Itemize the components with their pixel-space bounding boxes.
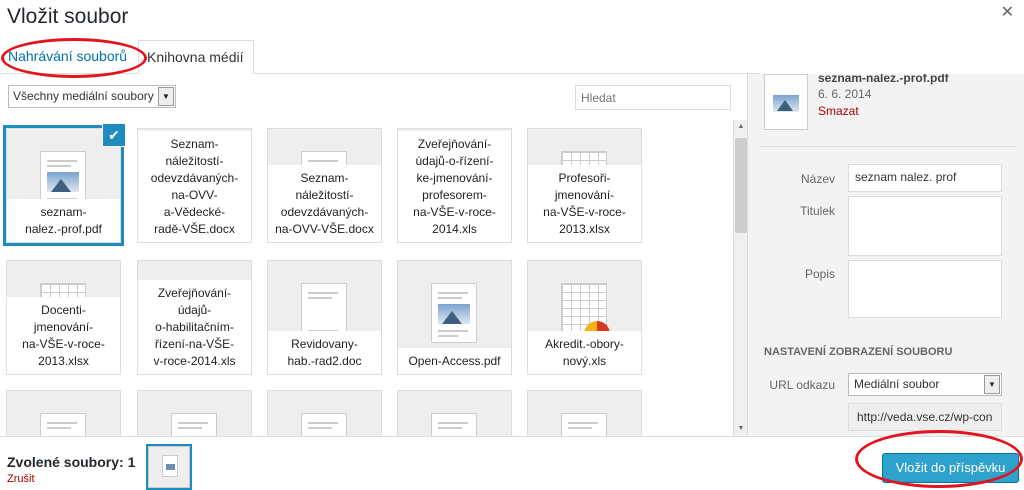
insert-into-post-button[interactable]: Vložit do příspěvku [882,453,1019,483]
attachment-tile[interactable]: Docenti- jmenování- na-VŠE-v-roce- 2013.… [6,260,121,375]
grid-scrollbar[interactable]: ▲ ▼ [733,120,747,436]
media-type-filter[interactable]: Všechny mediální soubory ▼ [8,85,176,108]
scroll-down-icon[interactable]: ▼ [734,422,748,436]
close-icon[interactable]: ✕ [1001,2,1014,22]
chevron-down-icon[interactable]: ▼ [158,87,174,106]
attachment-filename: Open-Access.pdf [398,348,511,374]
description-label: Popis [804,267,835,281]
modal-title: Vložit soubor [7,5,129,28]
attachment-tile[interactable]: Open-Access.pdf [397,260,512,375]
selection-count: Zvolené soubory: 1 [7,454,136,470]
attachment-tile[interactable]: Revidovany- hab.-rad2.doc [267,260,382,375]
selection-thumbnail[interactable] [148,446,190,488]
attachment-tile[interactable]: seznam- nalez.-prof.pdf ✔ [6,123,126,243]
tab-bar: Nahrávání souborů Knihovna médií [0,40,760,74]
caption-field[interactable] [848,196,1002,256]
document-icon [162,455,178,477]
caption-label: Titulek [800,204,835,218]
search-input[interactable] [575,85,731,110]
sidebar-scrollbar[interactable] [1018,74,1024,436]
attachment-tile[interactable] [397,390,512,436]
document-icon [171,413,217,436]
chevron-down-icon[interactable]: ▼ [984,375,1000,394]
attachment-tile[interactable]: Profesoři- jmenování- na-VŠE-v-roce- 201… [527,128,642,243]
divider [760,146,1016,147]
checkmark-icon[interactable]: ✔ [102,123,126,147]
document-icon [40,413,86,436]
document-icon [431,283,477,343]
link-url-field[interactable]: http://veda.vse.cz/wp-con [848,403,1002,431]
attachment-tile[interactable]: Akredit.-obory- nový.xls [527,260,642,375]
display-settings-heading: NASTAVENÍ ZOBRAZENÍ SOUBORU [764,346,953,358]
scrollbar-thumb[interactable] [735,138,747,233]
attachment-filename: Docenti- jmenování- na-VŠE-v-roce- 2013.… [7,297,120,374]
attachment-filename: Zveřejňování- údajů-o-řízení- ke-jmenová… [398,131,511,242]
description-field[interactable] [848,260,1002,318]
link-url-label: URL odkazu [769,378,835,392]
title-label: Název [800,172,835,186]
attachment-filename: seznam-nalez.-prof.pdf [818,74,949,85]
attachment-tile[interactable] [6,390,121,436]
attachment-tile[interactable]: Seznam- náležitostí- odevzdávaných- na-O… [137,128,252,243]
attachment-tile[interactable]: Zveřejňování- údajů-o-řízení- ke-jmenová… [397,128,512,243]
media-type-filter-value: Všechny mediální soubory [13,89,154,103]
media-modal: Vložit soubor ✕ Nahrávání souborů Knihov… [0,0,1024,490]
document-icon [301,413,347,436]
attachment-date: 6. 6. 2014 [818,87,872,101]
attachment-filename: Revidovany- hab.-rad2.doc [268,331,381,374]
attachment-filename: Zveřejňování- údajů- o-habilitačním- říz… [138,280,251,374]
attachments-grid: seznam- nalez.-prof.pdf ✔ Seznam- náležito… [0,118,732,436]
tab-media-library[interactable]: Knihovna médií [138,40,254,74]
delete-link[interactable]: Smazat [818,104,859,118]
attachment-details: seznam-nalez.-prof.pdf 6. 6. 2014 Smazat… [747,74,1024,436]
attachment-filename: Profesoři- jmenování- na-VŠE-v-roce- 201… [528,165,641,242]
link-to-select-value: Mediální soubor [854,377,940,391]
attachment-thumbnail [764,74,808,130]
clear-selection-link[interactable]: Zrušit [7,473,35,485]
attachment-tile[interactable] [137,390,252,436]
document-icon [431,413,477,436]
attachment-filename: Seznam- náležitostí- odevzdávaných- na-O… [138,131,251,242]
attachment-filename: seznam- nalez.-prof.pdf [7,199,120,242]
title-field[interactable]: seznam nalez. prof [848,164,1002,192]
media-toolbar: Zvolené soubory: 1 Zrušit Vložit do přís… [0,436,1024,490]
attachment-tile[interactable] [267,390,382,436]
document-icon [561,413,607,436]
attachment-tile[interactable]: Seznam- náležitostí- odevzdávaných- na-O… [267,128,382,243]
attachment-tile[interactable]: Zveřejňování- údajů- o-habilitačním- říz… [137,260,252,375]
link-to-select[interactable]: Mediální soubor ▼ [848,373,1002,396]
attachment-filename: Seznam- náležitostí- odevzdávaných- na-O… [268,165,381,242]
attachment-filename: Akredit.-obory- nový.xls [528,331,641,374]
tab-upload-files[interactable]: Nahrávání souborů [0,40,138,74]
scroll-up-icon[interactable]: ▲ [734,120,748,134]
attachment-tile[interactable] [527,390,642,436]
